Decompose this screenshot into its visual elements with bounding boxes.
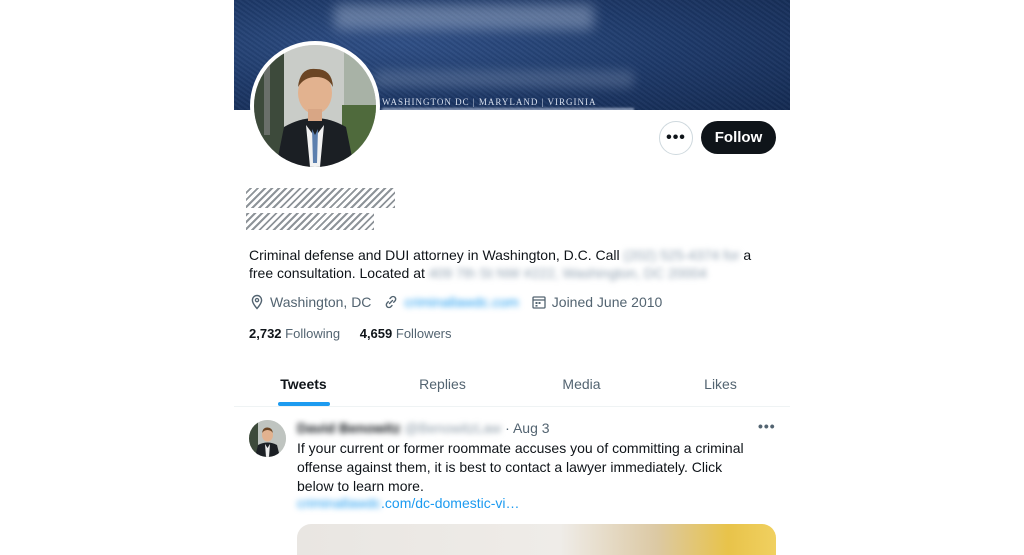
bio-phone-blurred: (202) 525-4374 for (623, 247, 740, 263)
profile-bio: Criminal defense and DUI attorney in Was… (249, 246, 769, 282)
banner-text-blurred (374, 70, 634, 88)
tweet-item[interactable]: David Benowitz @BenowitzLaw · Aug 3 ••• … (234, 408, 790, 555)
handle-redacted (246, 213, 374, 230)
banner-tagline: WASHINGTON DC | MARYLAND | VIRGINIA (382, 97, 597, 107)
bio-address-blurred: 409 7th St NW #222, Washington, DC 20004 (428, 265, 707, 281)
tab-media[interactable]: Media (512, 362, 651, 406)
website-item[interactable]: criminallawdc.com (383, 294, 519, 310)
bio-text-1: Criminal defense and DUI attorney in Was… (249, 247, 624, 263)
following-link[interactable]: 2,732 Following (249, 326, 340, 341)
location-pin-icon (251, 294, 263, 310)
profile-avatar[interactable] (250, 41, 380, 171)
banner-underline (382, 108, 634, 110)
website-link-blurred[interactable]: criminallawdc.com (404, 294, 518, 310)
tweet-avatar-photo (249, 420, 286, 457)
tweet-media-image[interactable] (297, 524, 776, 555)
followers-link[interactable]: 4,659 Followers (360, 326, 452, 341)
follow-counts: 2,732 Following 4,659 Followers (249, 326, 468, 341)
joined-text: Joined June 2010 (551, 294, 663, 310)
tweet-link-path: .com/dc-domestic-vi… (381, 495, 520, 511)
following-label: Following (285, 326, 341, 341)
more-icon: ••• (666, 129, 686, 146)
tweet-author-name-blurred[interactable]: David Benowitz (297, 420, 400, 436)
tweet-link[interactable]: criminallawdc.com/dc-domestic-vi… (297, 495, 520, 511)
tab-tweets[interactable]: Tweets (234, 362, 373, 406)
tweet-author-avatar[interactable] (249, 420, 286, 457)
tweet-more-button[interactable]: ••• (758, 418, 776, 434)
location-item: Washington, DC (249, 294, 371, 310)
avatar-photo (254, 45, 376, 167)
tweet-author-handle-blurred[interactable]: @BenowitzLaw (404, 420, 501, 436)
follow-button[interactable]: Follow (701, 121, 776, 154)
tweet-text: If your current or former roommate accus… (297, 440, 744, 494)
tweet-link-domain-blurred: criminallawdc (297, 495, 382, 511)
profile-column: WASHINGTON DC | MARYLAND | VIRGINIA ••• … (234, 0, 790, 555)
profile-meta: Washington, DC criminallawdc.com Joined … (249, 294, 674, 310)
profile-tabs: Tweets Replies Media Likes (234, 362, 790, 407)
display-name-redacted (246, 188, 395, 208)
location-text: Washington, DC (270, 294, 372, 310)
banner-logo-blurred (334, 4, 594, 30)
tab-likes[interactable]: Likes (651, 362, 790, 406)
link-icon (386, 295, 397, 309)
tweet-date[interactable]: · Aug 3 (505, 420, 549, 436)
calendar-icon (532, 296, 546, 309)
following-count: 2,732 (249, 326, 282, 341)
tab-replies[interactable]: Replies (373, 362, 512, 406)
joined-item: Joined June 2010 (531, 294, 663, 310)
tweet-header: David Benowitz @BenowitzLaw · Aug 3 (297, 420, 550, 436)
more-options-button[interactable]: ••• (659, 121, 693, 155)
followers-label: Followers (395, 326, 452, 341)
followers-count: 4,659 (359, 326, 393, 341)
